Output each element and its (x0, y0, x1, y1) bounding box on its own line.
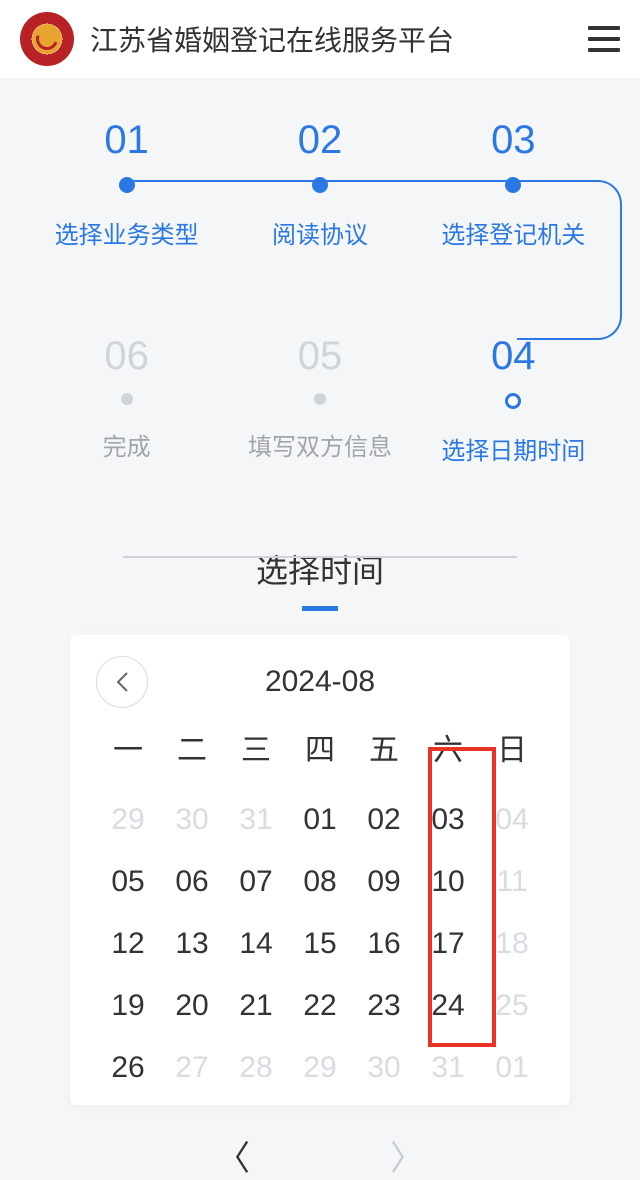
calendar-day[interactable]: 06 (160, 865, 224, 899)
section-title: 选择时间 (0, 546, 640, 592)
calendar-month: 2024-08 (265, 665, 375, 699)
calendar-day: 29 (96, 803, 160, 837)
weekday-header: 六 (416, 725, 480, 775)
calendar-day[interactable]: 05 (96, 865, 160, 899)
step-num: 05 (223, 334, 416, 379)
step-num: 01 (30, 118, 223, 163)
pager-prev[interactable]: 〈 (216, 1131, 250, 1180)
calendar-day[interactable]: 17 (416, 927, 480, 961)
weekday-header: 四 (288, 725, 352, 775)
calendar-header: 2024-08 (96, 665, 544, 699)
step-label: 选择日期时间 (417, 431, 610, 466)
calendar-day[interactable]: 13 (160, 927, 224, 961)
app-logo (20, 12, 74, 66)
calendar-day: 27 (160, 1051, 224, 1085)
calendar-day: 25 (480, 989, 544, 1023)
step-dot (505, 393, 521, 409)
app-title: 江苏省婚姻登记在线服务平台 (90, 19, 572, 59)
calendar-day[interactable]: 26 (96, 1051, 160, 1085)
steps-row-1: 01 选择业务类型 02 阅读协议 03 选择登记机关 (30, 118, 610, 250)
calendar-day: 31 (416, 1051, 480, 1085)
weekday-header: 五 (352, 725, 416, 775)
step-1: 01 选择业务类型 (30, 118, 223, 250)
calendar-day[interactable]: 09 (352, 865, 416, 899)
calendar: 2024-08 一二三四五六日2930310102030405060708091… (70, 635, 570, 1105)
connector-line (123, 556, 517, 558)
calendar-day: 28 (224, 1051, 288, 1085)
weekday-header: 日 (480, 725, 544, 775)
calendar-day[interactable]: 08 (288, 865, 352, 899)
calendar-day[interactable]: 12 (96, 927, 160, 961)
calendar-day: 31 (224, 803, 288, 837)
calendar-day[interactable]: 10 (416, 865, 480, 899)
step-2: 02 阅读协议 (223, 118, 416, 250)
calendar-day: 30 (352, 1051, 416, 1085)
step-6: 06 完成 (30, 334, 223, 466)
connector-curve (517, 180, 621, 340)
calendar-day: 30 (160, 803, 224, 837)
title-underline (302, 606, 338, 611)
calendar-day[interactable]: 15 (288, 927, 352, 961)
calendar-day: 04 (480, 803, 544, 837)
calendar-day[interactable]: 20 (160, 989, 224, 1023)
step-label: 完成 (30, 427, 223, 462)
step-dot (121, 393, 133, 405)
step-num: 04 (417, 334, 610, 379)
step-num: 06 (30, 334, 223, 379)
calendar-day[interactable]: 07 (224, 865, 288, 899)
pager-next[interactable]: 〉 (390, 1131, 424, 1180)
weekday-header: 一 (96, 725, 160, 775)
steps-row-2: 06 完成 05 填写双方信息 04 选择日期时间 (30, 334, 610, 466)
step-label: 选择业务类型 (30, 215, 223, 250)
pager: 〈 〉 (0, 1131, 640, 1180)
step-dot (119, 177, 135, 193)
calendar-day[interactable]: 21 (224, 989, 288, 1023)
step-num: 03 (417, 118, 610, 163)
calendar-day: 11 (480, 865, 544, 899)
menu-icon[interactable] (588, 26, 620, 52)
weekday-header: 二 (160, 725, 224, 775)
calendar-day[interactable]: 14 (224, 927, 288, 961)
app-header: 江苏省婚姻登记在线服务平台 (0, 0, 640, 78)
calendar-day[interactable]: 23 (352, 989, 416, 1023)
weekday-header: 三 (224, 725, 288, 775)
calendar-day[interactable]: 22 (288, 989, 352, 1023)
step-dot (312, 177, 328, 193)
calendar-day[interactable]: 02 (352, 803, 416, 837)
stepper: 01 选择业务类型 02 阅读协议 03 选择登记机关 06 完成 05 填写双… (0, 78, 640, 526)
calendar-day[interactable]: 24 (416, 989, 480, 1023)
calendar-day: 01 (480, 1051, 544, 1085)
step-4: 04 选择日期时间 (417, 334, 610, 466)
step-5: 05 填写双方信息 (223, 334, 416, 466)
chevron-left-icon (115, 671, 129, 693)
calendar-day: 29 (288, 1051, 352, 1085)
step-dot (314, 393, 326, 405)
calendar-day[interactable]: 01 (288, 803, 352, 837)
calendar-day[interactable]: 19 (96, 989, 160, 1023)
calendar-day[interactable]: 03 (416, 803, 480, 837)
step-label: 填写双方信息 (223, 427, 416, 462)
prev-month-button[interactable] (96, 656, 148, 708)
calendar-day: 18 (480, 927, 544, 961)
step-label: 阅读协议 (223, 215, 416, 250)
calendar-grid: 一二三四五六日293031010203040506070809101112131… (96, 725, 544, 1085)
step-num: 02 (223, 118, 416, 163)
calendar-day[interactable]: 16 (352, 927, 416, 961)
